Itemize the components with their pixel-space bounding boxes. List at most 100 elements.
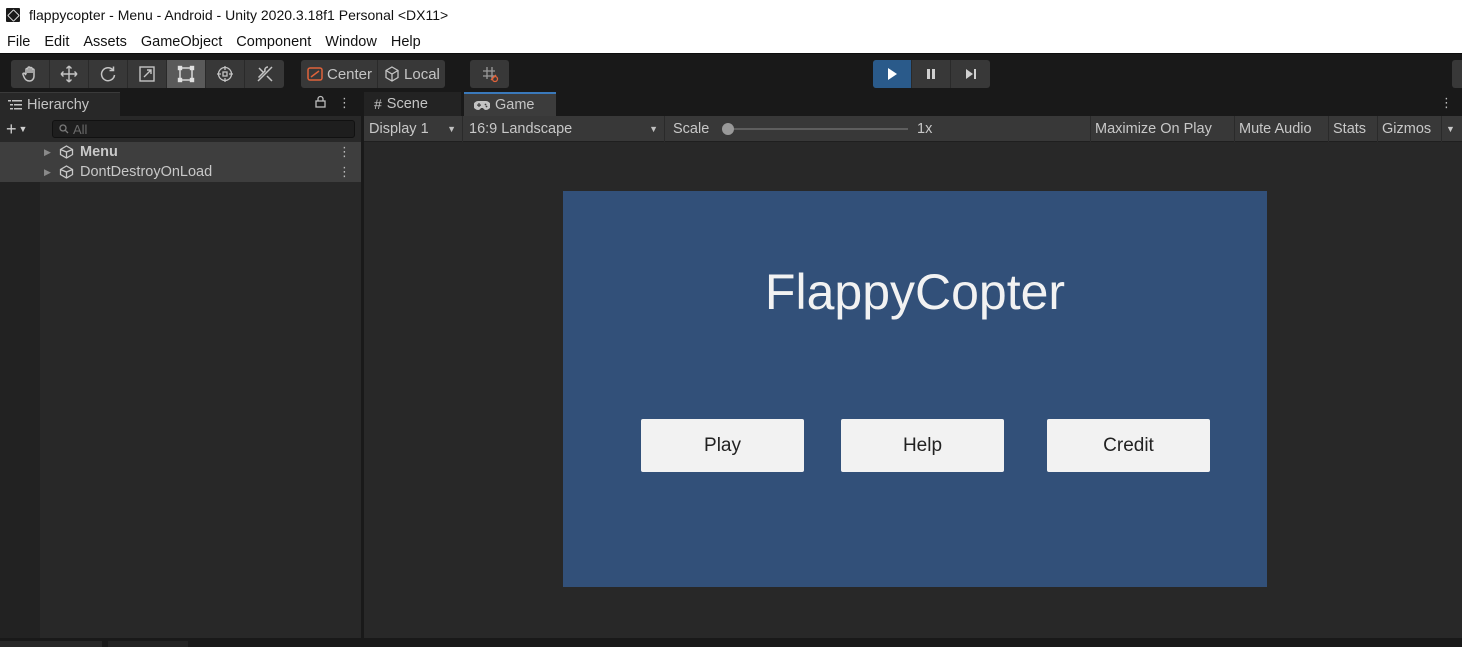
chevron-down-icon: ▼ <box>18 124 28 134</box>
hierarchy-tab-label: Hierarchy <box>27 96 90 113</box>
game-tab-label: Game <box>495 97 535 113</box>
display-dropdown[interactable]: Display 1 ▼ <box>364 116 463 142</box>
hierarchy-scene-row[interactable]: ▶ Menu ⋮ <box>0 142 361 162</box>
menu-help[interactable]: Help <box>384 34 428 50</box>
grid-snap-group <box>470 60 509 88</box>
main-toolbar: Center Local <box>0 53 1462 92</box>
transform-tool-icon <box>217 66 233 82</box>
search-placeholder: All <box>73 121 88 137</box>
custom-tool-icon <box>256 66 273 82</box>
unity-app-icon <box>6 8 20 22</box>
play-game-button[interactable]: Play <box>641 419 804 472</box>
window-title: flappycopter - Menu - Android - Unity 20… <box>29 7 449 23</box>
rotate-tool-button[interactable] <box>89 60 128 88</box>
chevron-down-icon: ▼ <box>1446 124 1455 134</box>
menu-file[interactable]: File <box>0 34 37 50</box>
display-value: Display 1 <box>369 121 429 137</box>
title-bar: flappycopter - Menu - Android - Unity 20… <box>0 0 1462 30</box>
scale-value: 1x <box>917 121 933 137</box>
scale-tool-button[interactable] <box>128 60 167 88</box>
mute-audio-button[interactable]: Mute Audio <box>1234 116 1316 142</box>
play-icon <box>888 68 897 80</box>
step-icon <box>965 69 976 79</box>
panel-menu-kebab-icon[interactable]: ⋮ <box>338 95 351 111</box>
scene-name: DontDestroyOnLoad <box>80 164 213 180</box>
hierarchy-scene-row[interactable]: ▶ DontDestroyOnLoad ⋮ <box>0 162 361 182</box>
pivot-rotation-label: Local <box>404 65 440 83</box>
help-button[interactable]: Help <box>841 419 1004 472</box>
tab-hierarchy[interactable]: Hierarchy <box>0 92 120 116</box>
tab-game[interactable]: Game <box>464 92 556 116</box>
rect-tool-icon <box>177 65 195 83</box>
rotate-tool-icon <box>100 66 116 82</box>
pivot-mode-button[interactable]: Center <box>301 60 379 88</box>
maximize-on-play-button[interactable]: Maximize On Play <box>1090 116 1216 142</box>
aspect-value: 16:9 Landscape <box>469 121 573 137</box>
hierarchy-tabbar: Hierarchy ⋮ <box>0 92 361 116</box>
hierarchy-panel: Hierarchy ⋮ + ▼ All ▶ Menu ⋮ ▶ DontDestr… <box>0 92 361 638</box>
gizmos-dropdown-arrow[interactable]: ▼ <box>1441 116 1462 142</box>
game-title: FlappyCopter <box>764 264 1066 320</box>
play-controls <box>873 60 990 88</box>
game-screen: FlappyCopter Play Help Credit <box>563 191 1267 587</box>
stats-button[interactable]: Stats <box>1328 116 1370 142</box>
tab-console[interactable] <box>108 641 188 647</box>
tab-project[interactable] <box>0 641 102 647</box>
lock-icon[interactable] <box>315 95 326 111</box>
scale-slider-thumb[interactable] <box>722 123 734 135</box>
credit-button[interactable]: Credit <box>1047 419 1210 472</box>
unity-scene-icon <box>58 145 74 159</box>
hierarchy-search-input[interactable]: All <box>52 120 355 138</box>
pause-icon <box>927 69 935 79</box>
tab-scene[interactable]: # Scene <box>364 92 461 116</box>
scene-name: Menu <box>80 144 118 160</box>
hand-tool-button[interactable] <box>11 60 50 88</box>
panel-menu-kebab-icon[interactable]: ⋮ <box>1440 95 1453 111</box>
game-view-panel: # Scene Game ⋮ Display 1 ▼ 16:9 Landscap… <box>364 92 1462 638</box>
chevron-down-icon: ▼ <box>649 124 658 134</box>
transform-tools <box>11 60 284 88</box>
row-menu-kebab-icon[interactable]: ⋮ <box>338 164 351 180</box>
rect-tool-button[interactable] <box>167 60 206 88</box>
move-tool-button[interactable] <box>50 60 89 88</box>
aspect-dropdown[interactable]: 16:9 Landscape ▼ <box>464 116 665 142</box>
view-tabbar: # Scene Game ⋮ <box>364 92 1462 116</box>
search-icon <box>59 124 69 134</box>
scale-slider-track[interactable] <box>728 128 908 130</box>
menu-edit[interactable]: Edit <box>37 34 76 50</box>
unity-scene-icon <box>58 165 74 179</box>
chevron-down-icon: ▼ <box>447 124 456 134</box>
pivot-center-icon <box>307 67 323 81</box>
gizmos-button[interactable]: Gizmos <box>1377 116 1435 142</box>
expand-arrow-icon[interactable]: ▶ <box>44 167 58 178</box>
account-button[interactable] <box>1452 60 1462 88</box>
hierarchy-list-icon <box>8 99 22 109</box>
menu-window[interactable]: Window <box>318 34 384 50</box>
transform-tool-button[interactable] <box>206 60 245 88</box>
menu-component[interactable]: Component <box>229 34 318 50</box>
menu-bar: File Edit Assets GameObject Component Wi… <box>0 30 1462 53</box>
move-tool-icon <box>60 65 78 83</box>
grid-snap-icon <box>482 67 498 83</box>
plus-icon: + <box>6 118 17 139</box>
step-button[interactable] <box>951 60 990 88</box>
grid-snap-button[interactable] <box>470 60 509 88</box>
hierarchy-gutter <box>0 142 40 638</box>
grid-icon: # <box>374 96 382 112</box>
game-view-controls: Display 1 ▼ 16:9 Landscape ▼ Scale 1x Ma… <box>364 116 1462 142</box>
custom-tool-button[interactable] <box>245 60 284 88</box>
scale-tool-icon <box>139 66 155 82</box>
bottom-panel-tabbar <box>0 638 1462 647</box>
play-button[interactable] <box>873 60 912 88</box>
pause-button[interactable] <box>912 60 951 88</box>
pivot-rotation-button[interactable]: Local <box>378 60 445 88</box>
gamepad-icon <box>474 100 490 110</box>
menu-gameobject[interactable]: GameObject <box>134 34 229 50</box>
row-menu-kebab-icon[interactable]: ⋮ <box>338 144 351 160</box>
create-button[interactable]: + ▼ <box>6 119 46 140</box>
scale-label: Scale <box>673 121 710 137</box>
expand-arrow-icon[interactable]: ▶ <box>44 147 58 158</box>
pivot-mode-label: Center <box>327 65 373 83</box>
menu-assets[interactable]: Assets <box>76 34 134 50</box>
local-cube-icon <box>385 66 399 82</box>
